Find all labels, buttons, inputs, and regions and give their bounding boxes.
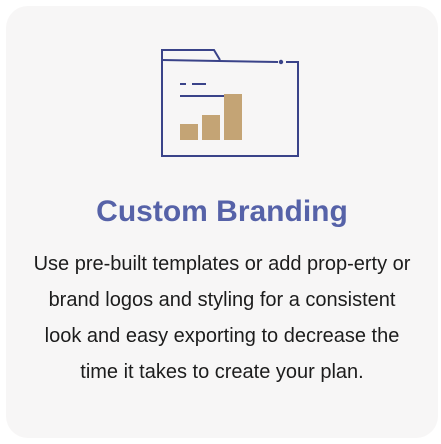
feature-card: Custom Branding Use pre-built templates … xyxy=(6,6,438,438)
icon-bar xyxy=(202,115,220,140)
window-dot xyxy=(278,59,284,65)
feature-description: Use pre-built templates or add prop-erty… xyxy=(33,253,411,383)
window-top-line xyxy=(161,59,279,63)
icon-bar xyxy=(224,94,242,140)
folder-tab xyxy=(161,49,221,61)
branding-dashboard-icon xyxy=(160,48,302,162)
feature-title: Custom Branding xyxy=(96,195,348,228)
icon-bar xyxy=(180,124,198,140)
